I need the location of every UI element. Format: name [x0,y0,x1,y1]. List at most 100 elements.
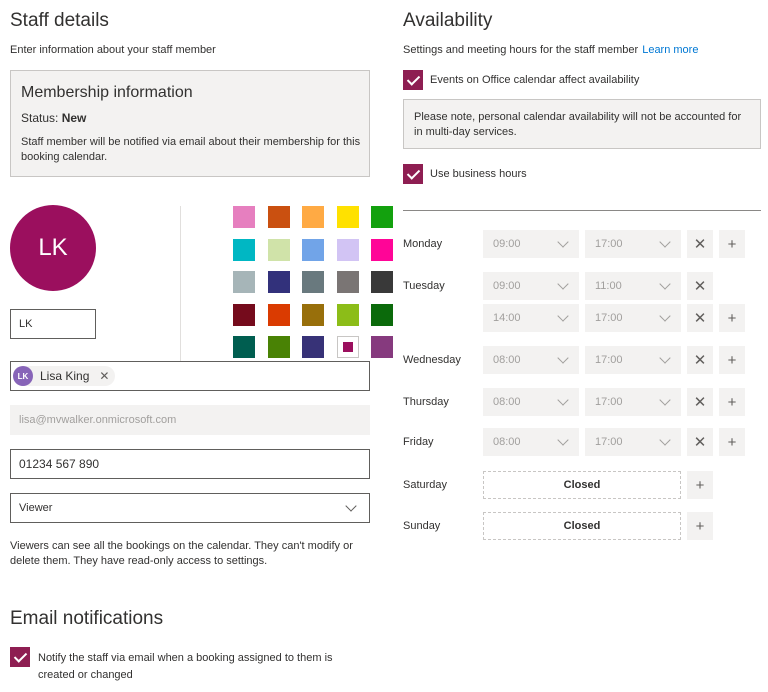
notify-staff-checkbox[interactable] [10,647,30,667]
availability-subtitle-text: Settings and meeting hours for the staff… [403,44,639,56]
monday-remove-range-button[interactable]: ✕ [687,230,713,258]
staff-details-subtitle: Enter information about your staff membe… [10,44,216,56]
friday-remove-range-button[interactable]: ✕ [687,428,713,456]
color-swatch[interactable] [302,238,324,261]
friday-end-value: 17:00 [595,436,623,448]
chevron-down-icon [659,278,671,290]
events-affect-availability-checkbox[interactable] [403,70,423,90]
tuesday-start-time-2[interactable]: 14:00 [483,304,579,332]
color-swatch[interactable] [371,303,393,326]
chevron-down-icon [557,434,569,446]
wednesday-start-time[interactable]: 08:00 [483,346,579,374]
color-swatch[interactable] [267,206,290,228]
color-swatch[interactable] [267,271,290,293]
color-swatch[interactable] [336,303,359,326]
friday-end-time[interactable]: 17:00 [585,428,681,456]
tuesday-end-value-2: 17:00 [595,312,623,324]
availability-note: Please note, personal calendar availabil… [403,99,761,149]
remove-person-icon[interactable]: ✕ [99,369,109,383]
wednesday-end-time[interactable]: 17:00 [585,346,681,374]
thursday-start-value: 08:00 [493,396,521,408]
sunday-closed-slot: Closed [483,512,681,540]
color-swatch[interactable] [302,206,324,228]
chevron-down-icon [557,352,569,364]
wednesday-add-range-button[interactable]: + [719,346,745,374]
chevron-down-icon [557,310,569,322]
color-swatch[interactable] [371,238,393,261]
learn-more-link[interactable]: Learn more [642,44,698,56]
chevron-down-icon [659,352,671,364]
tuesday-start-time-1[interactable]: 09:00 [483,272,579,300]
day-label-monday: Monday [403,238,443,250]
monday-end-time[interactable]: 17:00 [585,230,681,258]
initials-input[interactable]: LK [10,309,96,339]
tuesday-remove-range-button-2[interactable]: ✕ [687,304,713,332]
chevron-down-icon [557,394,569,406]
availability-subtitle: Settings and meeting hours for the staff… [403,44,698,56]
color-swatch[interactable] [267,303,290,326]
color-swatch[interactable] [302,303,324,326]
avatar-color-divider [180,206,181,362]
availability-title: Availability [403,10,493,31]
wednesday-remove-range-button[interactable]: ✕ [687,346,713,374]
color-swatch[interactable] [371,271,393,293]
membership-status: Status: New [21,111,86,125]
color-swatch[interactable] [233,206,255,228]
monday-end-value: 17:00 [595,238,623,250]
person-pill-avatar: LK [13,366,33,386]
use-business-hours-checkbox[interactable] [403,164,423,184]
color-swatch[interactable] [336,238,359,261]
color-swatch[interactable] [371,206,393,228]
monday-add-range-button[interactable]: + [719,230,745,258]
color-swatch[interactable] [302,336,324,358]
color-swatch[interactable] [336,271,359,293]
tuesday-add-range-button[interactable]: + [719,304,745,332]
color-swatch[interactable] [302,271,324,293]
thursday-remove-range-button[interactable]: ✕ [687,388,713,416]
color-swatch[interactable] [233,238,255,261]
day-label-thursday: Thursday [403,396,449,408]
saturday-add-range-button[interactable]: + [687,471,713,499]
tuesday-start-value-2: 14:00 [493,312,521,324]
phone-field[interactable]: 01234 567 890 [10,449,370,479]
day-label-wednesday: Wednesday [403,354,461,366]
saturday-closed-slot: Closed [483,471,681,499]
color-swatch[interactable] [336,206,359,228]
wednesday-start-value: 08:00 [493,354,521,366]
color-swatch[interactable] [233,303,255,326]
role-dropdown[interactable]: Viewer [10,493,370,523]
chevron-down-icon [659,394,671,406]
friday-start-value: 08:00 [493,436,521,448]
color-swatch[interactable] [267,336,290,358]
chevron-down-icon [659,236,671,248]
notify-staff-label: Notify the staff via email when a bookin… [38,652,333,681]
monday-start-time[interactable]: 09:00 [483,230,579,258]
tuesday-end-value-1: 11:00 [595,280,622,292]
tuesday-remove-range-button-1[interactable]: ✕ [687,272,713,300]
color-swatch[interactable] [233,271,255,293]
friday-start-time[interactable]: 08:00 [483,428,579,456]
sunday-add-range-button[interactable]: + [687,512,713,540]
wednesday-end-value: 17:00 [595,354,623,366]
thursday-add-range-button[interactable]: + [719,388,745,416]
use-business-hours-label: Use business hours [430,168,527,180]
color-swatch[interactable] [267,238,290,261]
staff-details-title: Staff details [10,10,109,31]
chevron-down-icon [345,500,357,512]
day-label-sunday: Sunday [403,520,441,532]
tuesday-end-time-1[interactable]: 11:00 [585,272,681,300]
status-value: New [61,111,87,125]
color-swatch[interactable] [371,336,393,358]
monday-start-value: 09:00 [493,238,521,250]
chevron-down-icon [659,310,671,322]
thursday-start-time[interactable]: 08:00 [483,388,579,416]
friday-add-range-button[interactable]: + [719,428,745,456]
tuesday-end-time-2[interactable]: 17:00 [585,304,681,332]
day-label-friday: Friday [403,436,434,448]
membership-note: Staff member will be notified via email … [21,136,361,163]
person-pill: LK Lisa King ✕ [13,366,116,386]
color-swatch[interactable] [233,336,255,358]
day-label-tuesday: Tuesday [403,280,445,292]
color-swatch[interactable] [336,336,359,358]
thursday-end-time[interactable]: 17:00 [585,388,681,416]
